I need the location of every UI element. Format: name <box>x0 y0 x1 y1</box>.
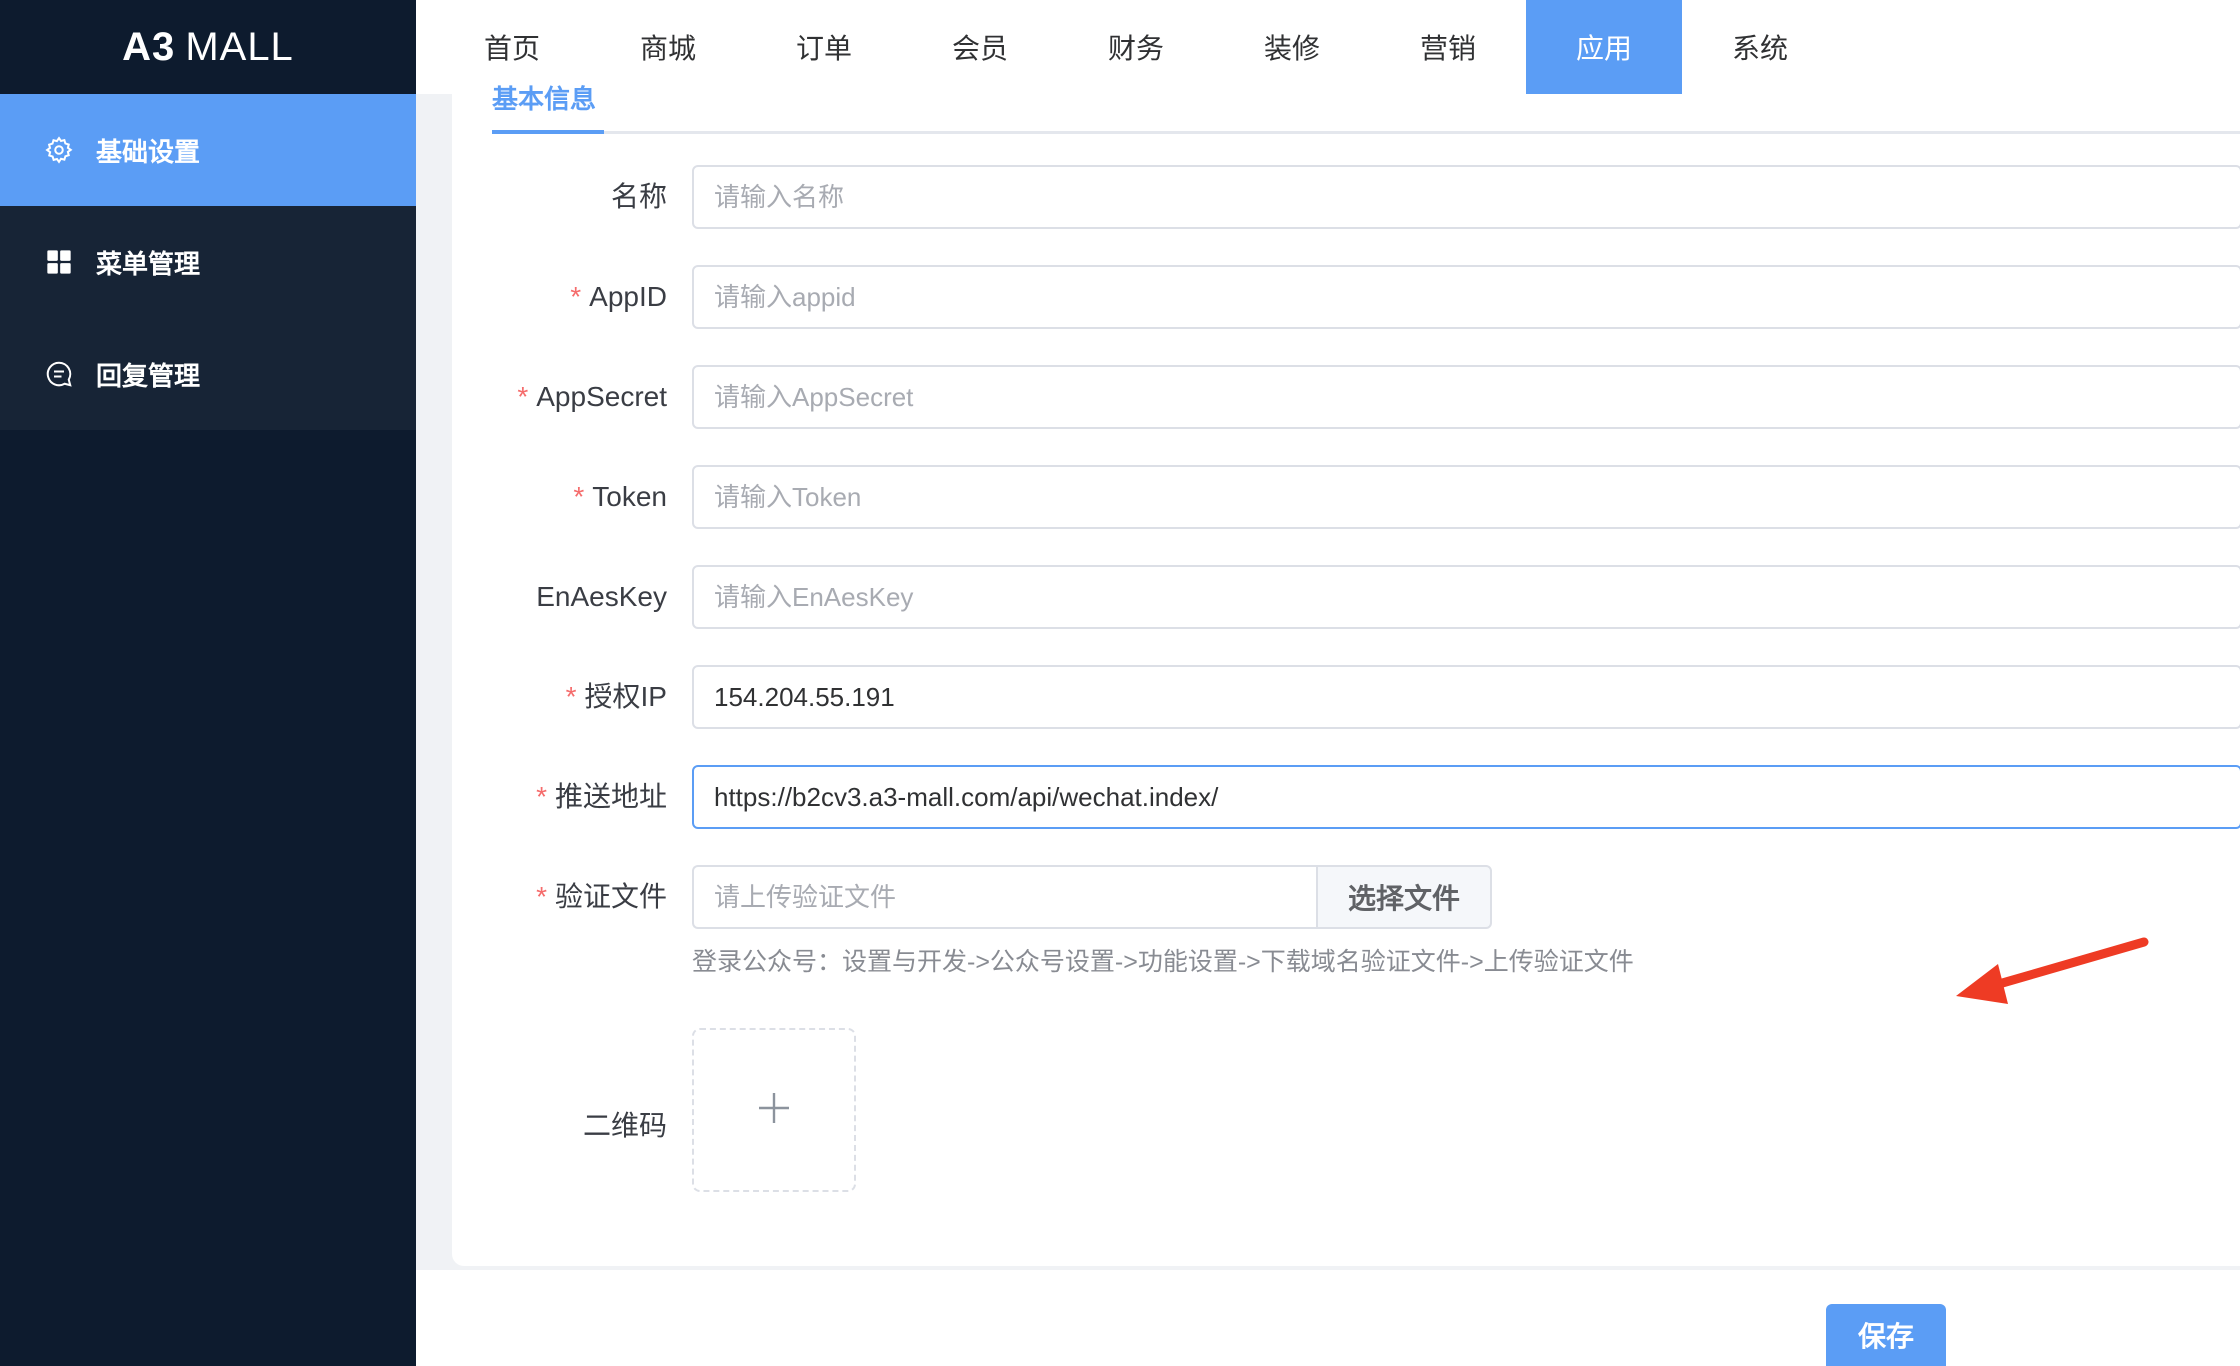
nav-orders[interactable]: 订单 <box>746 0 902 94</box>
appsecret-label: * AppSecret <box>517 381 667 412</box>
verify-file-upload: 选择文件 <box>692 865 1492 929</box>
required-mark: * <box>517 381 529 412</box>
tab-basic-info[interactable]: 基本信息 <box>492 78 604 121</box>
verify-file-hint: 登录公众号：设置与开发->公众号设置->功能设置->下载域名验证文件->上传验证… <box>692 948 1634 976</box>
form-row-authorized-ip: * 授权IP <box>452 665 2240 729</box>
token-label: * Token <box>573 481 667 512</box>
logo-text-light: MALL <box>185 24 294 69</box>
nav-mall[interactable]: 商城 <box>590 0 746 94</box>
qrcode-label: 二维码 <box>582 1110 667 1141</box>
logo-text-bold: A3 <box>122 24 176 69</box>
form-row-enaeskey: EnAesKey <box>452 565 2240 629</box>
required-mark: * <box>573 481 585 512</box>
push-url-label: * 推送地址 <box>536 781 667 812</box>
nav-decoration[interactable]: 装修 <box>1214 0 1370 94</box>
verify-file-label: * 验证文件 <box>536 881 667 912</box>
required-mark: * <box>570 281 582 312</box>
nav-marketing[interactable]: 营销 <box>1370 0 1526 94</box>
authorized-ip-label: * 授权IP <box>565 681 667 712</box>
required-mark: * <box>536 781 547 812</box>
push-url-input[interactable] <box>692 765 2240 829</box>
sidebar-item-menu-management[interactable]: 菜单管理 <box>0 206 416 318</box>
form-row-push-url: * 推送地址 <box>452 765 2240 829</box>
sidebar-item-reply-management[interactable]: 回复管理 <box>0 318 416 430</box>
name-label: 名称 <box>610 181 667 212</box>
grid-icon <box>44 247 74 277</box>
top-navigation: 首页 商城 订单 会员 财务 装修 营销 应用 系统 <box>416 0 2240 94</box>
settings-form-card: 基本信息 名称 *AppID *AppSecret *Token EnAesKe… <box>452 84 2240 1266</box>
save-button[interactable]: 保存 <box>1826 1304 1946 1366</box>
gear-icon <box>44 135 74 165</box>
name-input[interactable] <box>692 165 2240 229</box>
choose-file-button[interactable]: 选择文件 <box>1316 865 1492 929</box>
sidebar-item-label: 菜单管理 <box>96 248 201 279</box>
sidebar-item-basic-settings[interactable]: 基础设置 <box>0 94 416 206</box>
nav-system[interactable]: 系统 <box>1682 0 1838 94</box>
enaeskey-label: EnAesKey <box>536 581 667 612</box>
tab-bar: 基本信息 <box>492 84 2240 134</box>
token-input[interactable] <box>692 465 2240 529</box>
appid-label: * AppID <box>570 281 667 312</box>
form-row-token: * Token <box>452 465 2240 529</box>
sidebar: A3 MALL 基础设置 菜单管理 回复管理 <box>0 0 416 1366</box>
form-row-appid: * AppID <box>452 265 2240 329</box>
nav-finance[interactable]: 财务 <box>1058 0 1214 94</box>
nav-members[interactable]: 会员 <box>902 0 1058 94</box>
required-mark: * <box>565 681 577 712</box>
chat-icon <box>44 359 74 389</box>
verify-file-input[interactable] <box>692 865 1316 929</box>
qrcode-upload-box[interactable] <box>692 1028 856 1192</box>
form-row-verify-file: *验证文件 选择文件 <box>452 865 2240 929</box>
authorized-ip-input[interactable] <box>692 665 2240 729</box>
appid-input[interactable] <box>692 265 2240 329</box>
sidebar-item-label: 基础设置 <box>96 136 201 167</box>
app-logo: A3 MALL <box>0 0 416 94</box>
sidebar-item-label: 回复管理 <box>96 360 201 391</box>
footer-bar <box>416 1270 2240 1366</box>
required-mark: * <box>536 881 547 912</box>
nav-apps[interactable]: 应用 <box>1526 0 1682 94</box>
form-row-appsecret: * AppSecret <box>452 365 2240 429</box>
appsecret-input[interactable] <box>692 365 2240 429</box>
plus-icon <box>757 1091 791 1130</box>
enaeskey-input[interactable] <box>692 565 2240 629</box>
sidebar-menu: 基础设置 菜单管理 回复管理 <box>0 94 416 430</box>
red-arrow-annotation <box>1956 937 2149 1004</box>
form-row-name: 名称 <box>452 165 2240 229</box>
tab-active-indicator <box>492 130 604 134</box>
